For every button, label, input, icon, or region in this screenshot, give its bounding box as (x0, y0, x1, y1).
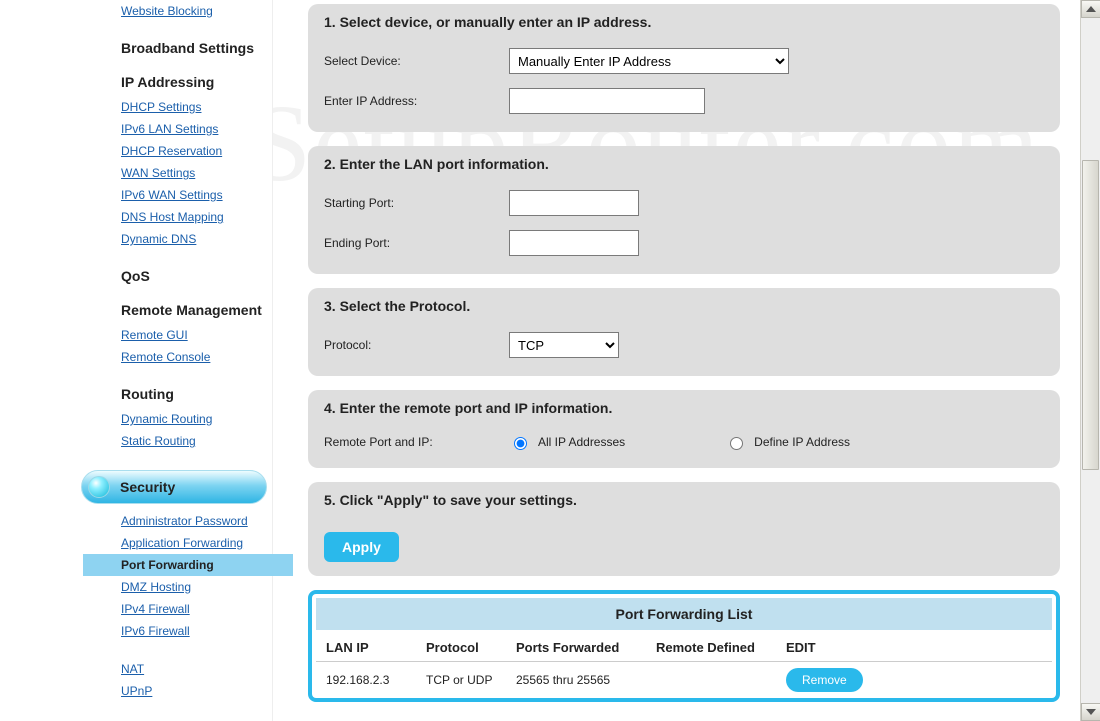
radio-define-ip-input[interactable] (730, 437, 743, 450)
step-title: 2. Enter the LAN port information. (324, 156, 1044, 172)
security-icon (88, 476, 110, 498)
sidebar-item-ipv4-firewall[interactable]: IPv4 Firewall (83, 598, 272, 620)
select-device-label: Select Device: (324, 54, 509, 68)
step-title: 5. Click "Apply" to save your settings. (324, 492, 1044, 508)
sidebar-item-label: Dynamic Routing (121, 412, 212, 426)
sidebar: Website Blocking Broadband Settings IP A… (0, 0, 273, 721)
col-remote: Remote Defined (656, 640, 786, 655)
remote-port-ip-label: Remote Port and IP: (324, 435, 509, 449)
step-title: 4. Enter the remote port and IP informat… (324, 400, 1044, 416)
apply-button[interactable]: Apply (324, 532, 399, 562)
starting-port-input[interactable] (509, 190, 639, 216)
enter-ip-label: Enter IP Address: (324, 94, 509, 108)
scroll-thumb[interactable] (1082, 160, 1099, 470)
step-4-card: 4. Enter the remote port and IP informat… (308, 390, 1060, 468)
sidebar-item-port-forwarding[interactable]: Port Forwarding (83, 554, 293, 576)
sidebar-section-remote-management: Remote Management (83, 302, 272, 318)
sidebar-item-remote-console[interactable]: Remote Console (83, 346, 272, 368)
sidebar-section-broadband: Broadband Settings (83, 40, 272, 56)
sidebar-item-application-forwarding[interactable]: Application Forwarding (83, 532, 272, 554)
port-forwarding-list: Port Forwarding List LAN IP Protocol Por… (308, 590, 1060, 702)
sidebar-item-label: WAN Settings (121, 166, 195, 180)
step-title: 3. Select the Protocol. (324, 298, 1044, 314)
pf-list-header: LAN IP Protocol Ports Forwarded Remote D… (316, 634, 1052, 662)
sidebar-section-security[interactable]: Security (81, 470, 267, 504)
sidebar-item-website-blocking[interactable]: Website Blocking (83, 0, 272, 22)
col-protocol: Protocol (426, 640, 516, 655)
sidebar-item-label: DMZ Hosting (121, 580, 191, 594)
starting-port-label: Starting Port: (324, 196, 509, 210)
step-3-card: 3. Select the Protocol. Protocol: TCP (308, 288, 1060, 376)
step-5-card: 5. Click "Apply" to save your settings. … (308, 482, 1060, 576)
sidebar-item-label: Administrator Password (121, 514, 248, 528)
sidebar-item-label: NAT (121, 662, 144, 676)
sidebar-item-label: UPnP (121, 684, 152, 698)
step-1-card: 1. Select device, or manually enter an I… (308, 4, 1060, 132)
pf-list-title: Port Forwarding List (316, 598, 1052, 630)
cell-ports: 25565 thru 25565 (516, 673, 656, 687)
sidebar-section-qos: QoS (83, 268, 272, 284)
radio-all-ip[interactable]: All IP Addresses (509, 434, 625, 450)
sidebar-item-dynamic-dns[interactable]: Dynamic DNS (83, 228, 272, 250)
table-row: 192.168.2.3 TCP or UDP 25565 thru 25565 … (316, 662, 1052, 698)
sidebar-item-remote-gui[interactable]: Remote GUI (83, 324, 272, 346)
col-edit: EDIT (786, 640, 866, 655)
sidebar-item-label: Application Forwarding (121, 536, 243, 550)
sidebar-item-label: DHCP Reservation (121, 144, 222, 158)
sidebar-item-dmz-hosting[interactable]: DMZ Hosting (83, 576, 272, 598)
step-2-card: 2. Enter the LAN port information. Start… (308, 146, 1060, 274)
chevron-up-icon (1086, 6, 1096, 12)
protocol-dropdown[interactable]: TCP (509, 332, 619, 358)
ending-port-input[interactable] (509, 230, 639, 256)
cell-protocol: TCP or UDP (426, 673, 516, 687)
scroll-down-button[interactable] (1081, 703, 1100, 721)
sidebar-item-label: IPv4 Firewall (121, 602, 190, 616)
sidebar-item-nat[interactable]: NAT (83, 658, 272, 680)
sidebar-item-label: IPv6 Firewall (121, 624, 190, 638)
sidebar-item-upnp[interactable]: UPnP (83, 680, 272, 702)
sidebar-item-ipv6-wan-settings[interactable]: IPv6 WAN Settings (83, 184, 272, 206)
sidebar-item-dhcp-reservation[interactable]: DHCP Reservation (83, 140, 272, 162)
sidebar-item-ipv6-lan-settings[interactable]: IPv6 LAN Settings (83, 118, 272, 140)
col-ports: Ports Forwarded (516, 640, 656, 655)
sidebar-item-ipv6-firewall[interactable]: IPv6 Firewall (83, 620, 272, 642)
radio-label: Define IP Address (754, 435, 850, 449)
sidebar-item-label: IPv6 WAN Settings (121, 188, 223, 202)
ip-address-input[interactable] (509, 88, 705, 114)
remove-button[interactable]: Remove (786, 668, 863, 692)
sidebar-item-label: IPv6 LAN Settings (121, 122, 218, 136)
select-device-dropdown[interactable]: Manually Enter IP Address (509, 48, 789, 74)
sidebar-item-static-routing[interactable]: Static Routing (83, 430, 272, 452)
cell-lan-ip: 192.168.2.3 (326, 673, 426, 687)
radio-label: All IP Addresses (538, 435, 625, 449)
sidebar-section-ip-addressing: IP Addressing (83, 74, 272, 90)
radio-define-ip[interactable]: Define IP Address (725, 434, 850, 450)
sidebar-item-label: Remote GUI (121, 328, 188, 342)
sidebar-item-dns-host-mapping[interactable]: DNS Host Mapping (83, 206, 272, 228)
scroll-up-button[interactable] (1081, 0, 1100, 18)
sidebar-item-label: Remote Console (121, 350, 210, 364)
protocol-label: Protocol: (324, 338, 509, 352)
sidebar-section-label: Security (120, 479, 175, 495)
sidebar-item-wan-settings[interactable]: WAN Settings (83, 162, 272, 184)
sidebar-item-admin-password[interactable]: Administrator Password (83, 510, 272, 532)
ending-port-label: Ending Port: (324, 236, 509, 250)
sidebar-item-dynamic-routing[interactable]: Dynamic Routing (83, 408, 272, 430)
radio-all-ip-input[interactable] (514, 437, 527, 450)
sidebar-item-label: DHCP Settings (121, 100, 201, 114)
chevron-down-icon (1086, 709, 1096, 715)
vertical-scrollbar[interactable] (1080, 0, 1100, 721)
sidebar-item-dhcp-settings[interactable]: DHCP Settings (83, 96, 272, 118)
sidebar-item-label: DNS Host Mapping (121, 210, 224, 224)
step-title: 1. Select device, or manually enter an I… (324, 14, 1044, 30)
sidebar-item-label: Dynamic DNS (121, 232, 196, 246)
col-lan-ip: LAN IP (326, 640, 426, 655)
sidebar-item-label: Static Routing (121, 434, 196, 448)
sidebar-section-routing: Routing (83, 386, 272, 402)
sidebar-item-label: Website Blocking (121, 4, 213, 18)
main-content: 1. Select device, or manually enter an I… (273, 0, 1080, 721)
sidebar-item-label: Port Forwarding (121, 558, 214, 572)
